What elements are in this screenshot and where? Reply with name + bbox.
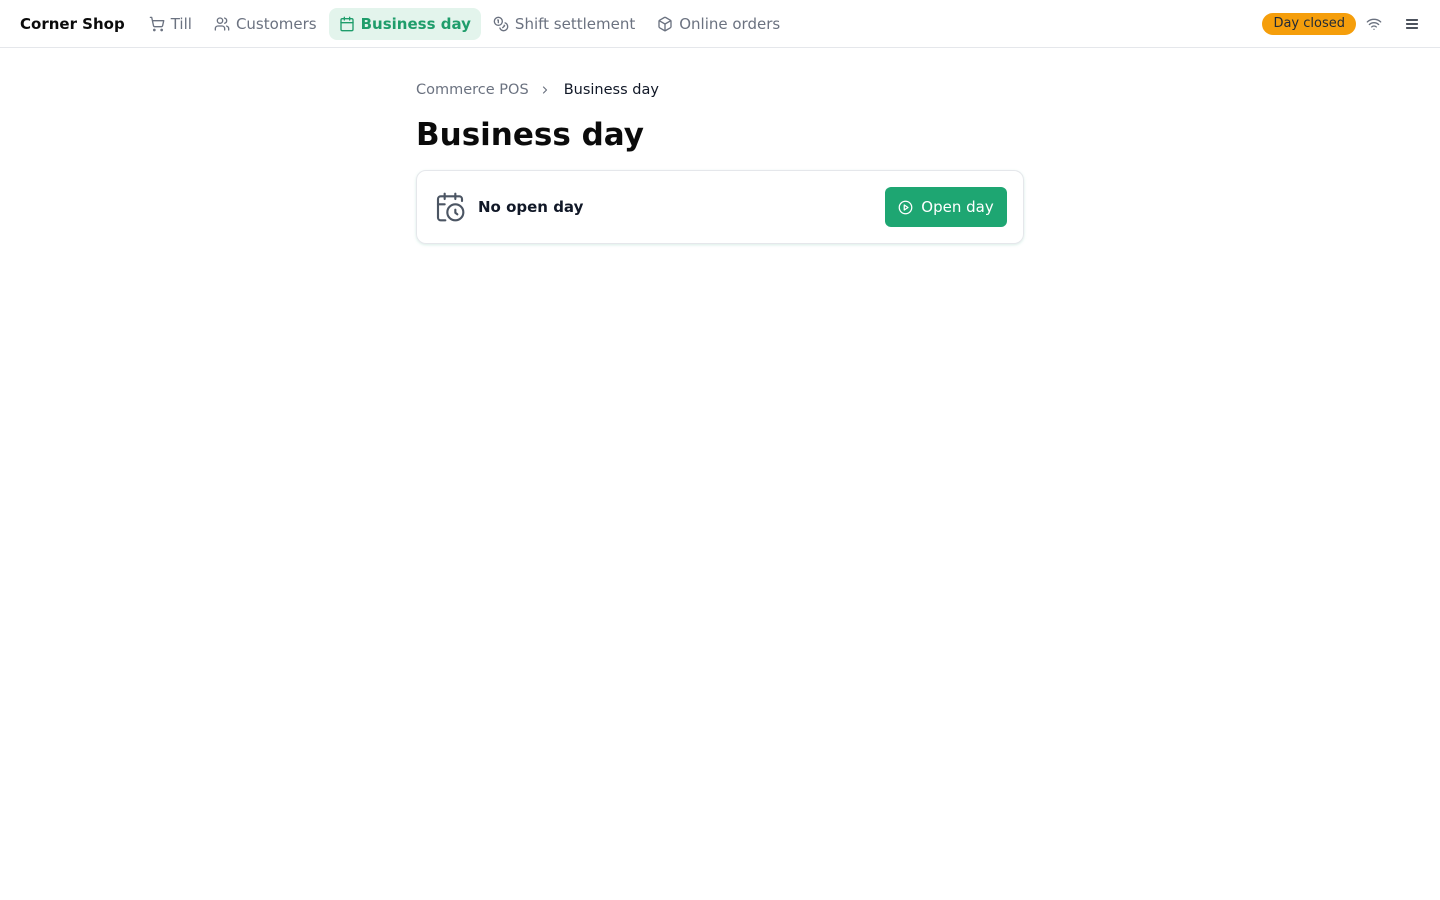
nav-item-business-day[interactable]: Business day bbox=[328, 7, 481, 40]
users-icon bbox=[214, 16, 230, 31]
nav-item-customers[interactable]: Customers bbox=[204, 8, 327, 40]
calendar-icon bbox=[339, 16, 354, 31]
nav-item-label: Customers bbox=[235, 14, 317, 33]
header-tools: Day closed bbox=[1262, 12, 1420, 35]
nav-item-shift-settlement[interactable]: Shift settlement bbox=[483, 8, 645, 40]
day-status-badge: Day closed bbox=[1262, 12, 1356, 35]
package-icon bbox=[658, 16, 672, 31]
play-circle-icon bbox=[898, 200, 913, 214]
day-status-title: No open day bbox=[478, 198, 584, 216]
cart-icon bbox=[149, 16, 165, 31]
brand-name[interactable]: Corner Shop bbox=[20, 15, 125, 33]
page-title: Business day bbox=[416, 117, 644, 153]
nav-item-online-orders[interactable]: Online orders bbox=[647, 8, 790, 40]
nav-item-till[interactable]: Till bbox=[139, 8, 202, 40]
nav-item-label: Business day bbox=[360, 14, 471, 33]
breadcrumb-current: Business day bbox=[563, 82, 659, 98]
nav-item-label: Till bbox=[170, 14, 192, 33]
breadcrumb: Commerce POS Business day bbox=[416, 80, 1024, 100]
chevron-right-icon bbox=[539, 84, 551, 96]
nav-item-label: Online orders bbox=[679, 14, 781, 33]
business-day-card: No open day Open day bbox=[416, 170, 1024, 244]
nav-item-label: Shift settlement bbox=[514, 14, 636, 33]
wifi-icon bbox=[1366, 16, 1382, 32]
main-nav: Till Customers Business day Shift settle… bbox=[139, 7, 790, 40]
open-day-button-label: Open day bbox=[921, 198, 994, 216]
calendar-clock-icon bbox=[434, 191, 466, 223]
main-content: Commerce POS Business day Business day N… bbox=[416, 48, 1024, 244]
breadcrumb-root-link[interactable]: Commerce POS bbox=[416, 82, 529, 98]
coins-icon bbox=[493, 16, 509, 31]
top-navbar: Corner Shop Till Customers Business day … bbox=[0, 0, 1440, 48]
menu-icon[interactable] bbox=[1404, 16, 1420, 32]
open-day-button[interactable]: Open day bbox=[885, 187, 1007, 227]
